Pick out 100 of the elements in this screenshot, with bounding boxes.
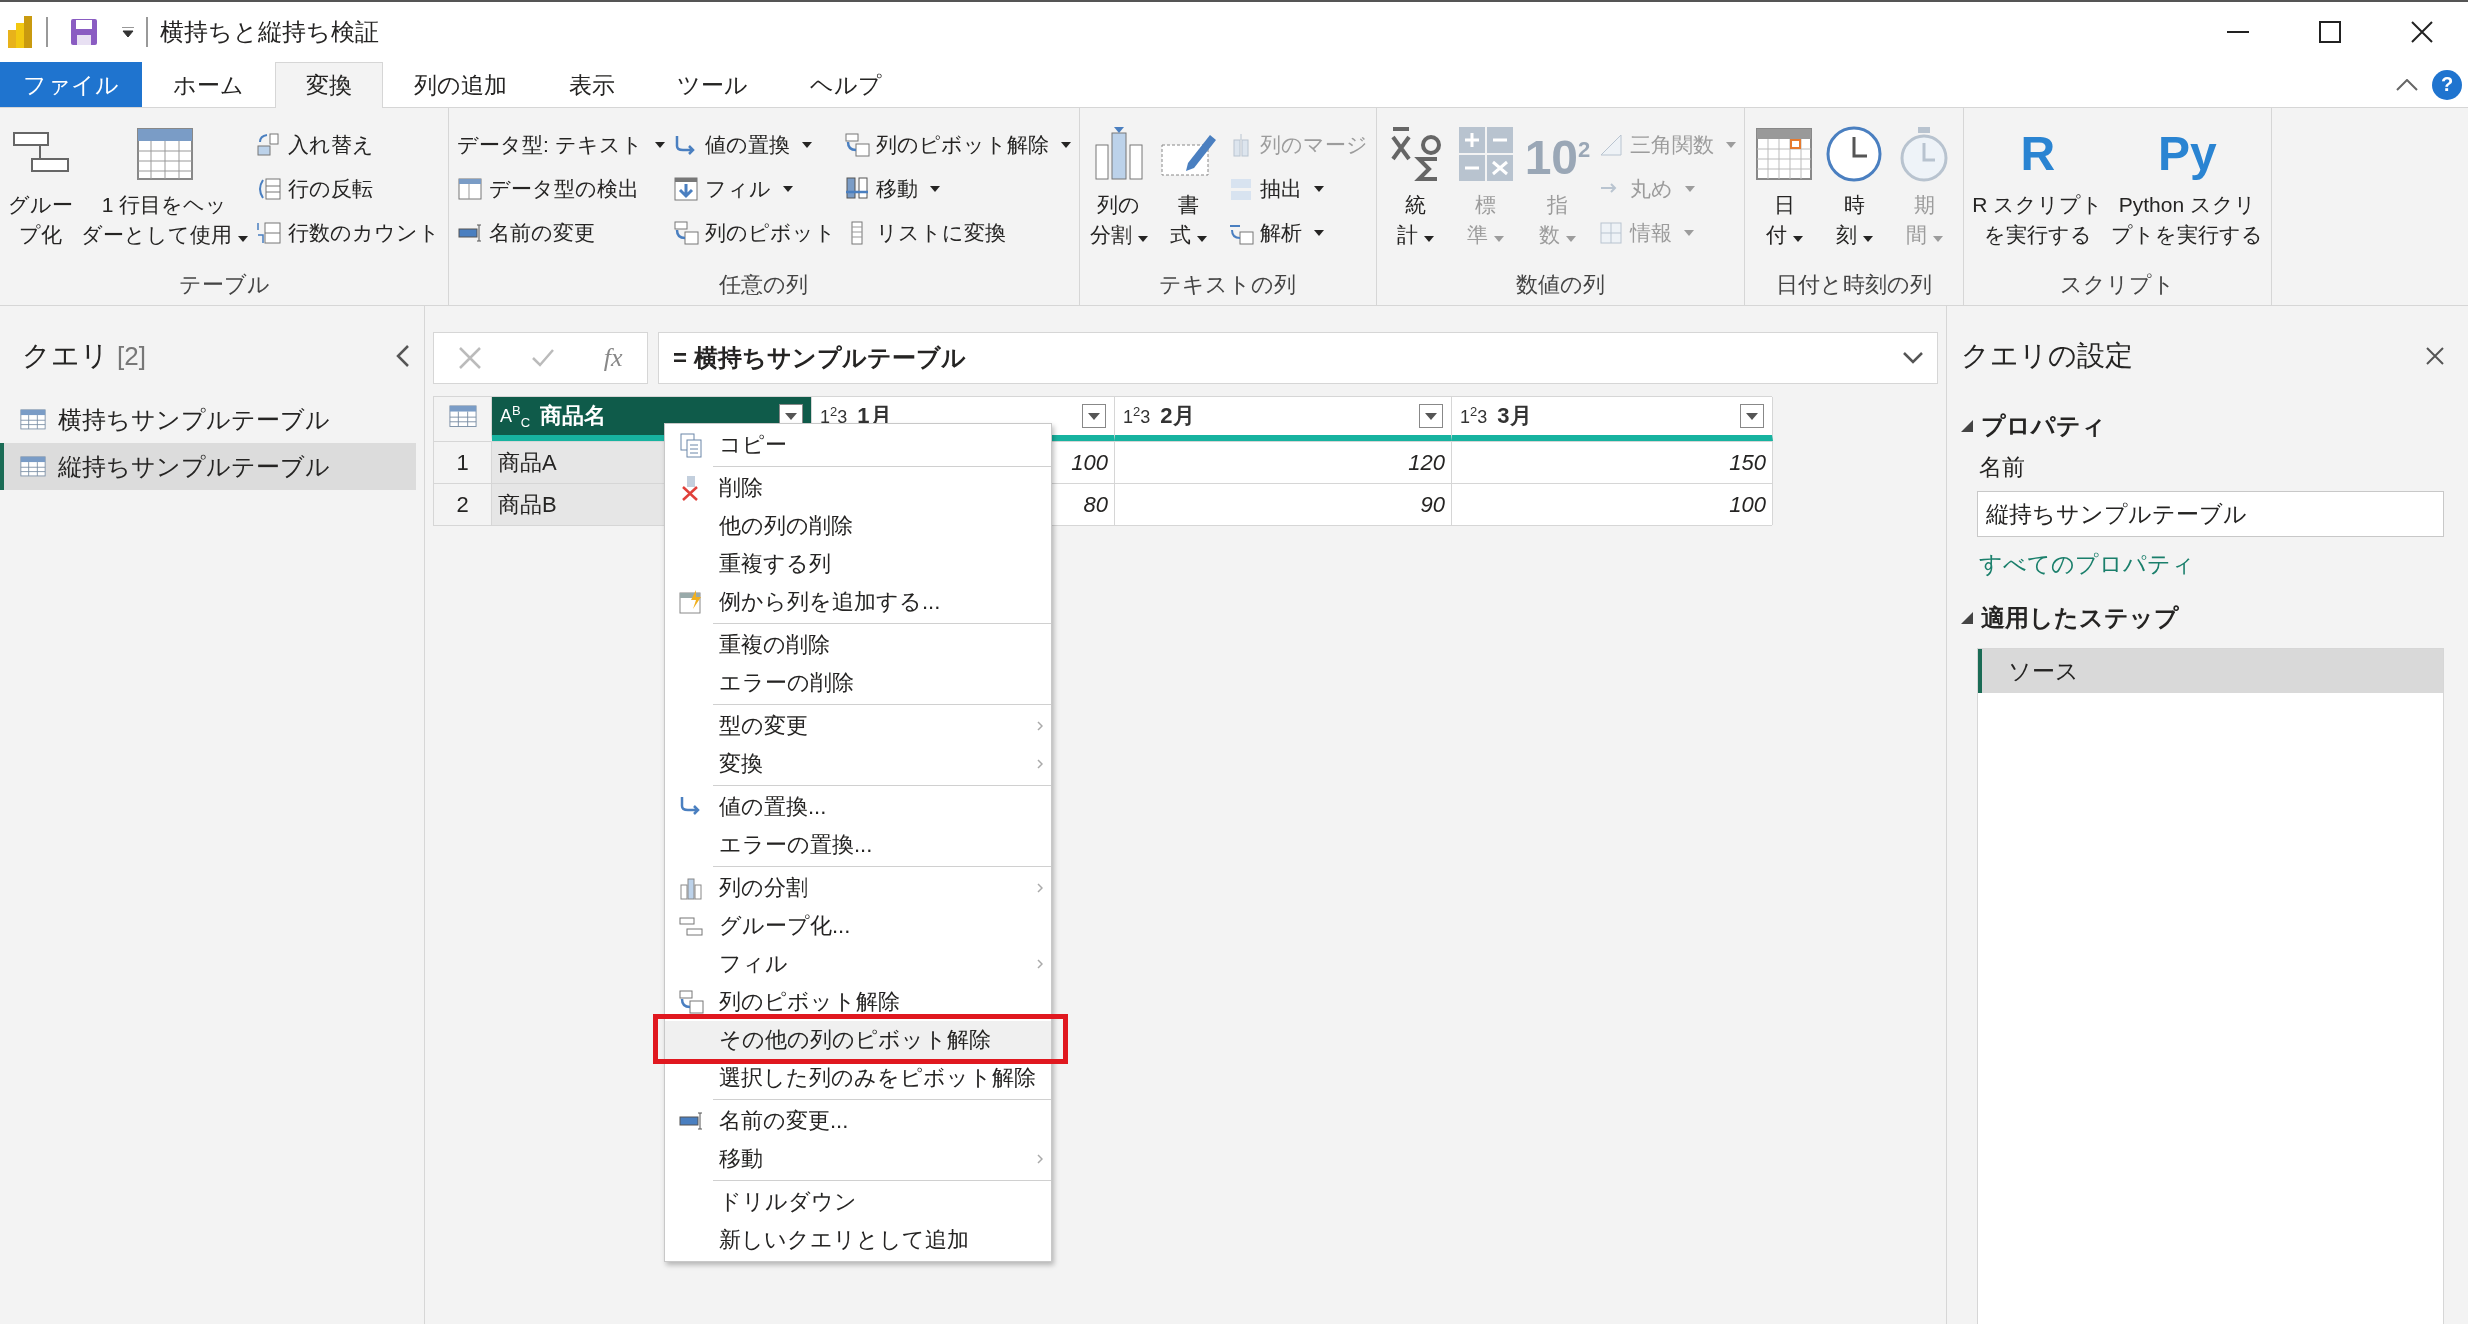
menu-item[interactable]: 型の変更: [665, 707, 1051, 745]
menu-item[interactable]: 列の分割: [665, 869, 1051, 907]
logo-icon: Py: [2157, 122, 2217, 186]
file-tab[interactable]: ファイル: [0, 62, 142, 107]
menu-item[interactable]: 列のピボット解除: [665, 983, 1051, 1021]
ribbon-button[interactable]: 時 刻: [1820, 112, 1889, 269]
window-title: 横持ちと縦持ち検証: [160, 17, 379, 47]
filter-button[interactable]: [1740, 404, 1764, 428]
ribbon-button[interactable]: 日 付: [1750, 112, 1819, 269]
ribbon-button[interactable]: フィル: [669, 170, 839, 208]
menu-item[interactable]: フィル: [665, 945, 1051, 983]
ribbon-button[interactable]: 抽出: [1224, 170, 1371, 208]
expand-chevron-icon[interactable]: [1903, 352, 1923, 364]
caret-icon: [238, 236, 248, 242]
filter-button[interactable]: [1082, 404, 1106, 428]
ribbon-button[interactable]: 行の反転: [253, 170, 443, 208]
customize-dropdown-icon[interactable]: [122, 27, 134, 37]
ribbon-button[interactable]: R R スクリプト を実行する: [1969, 112, 2107, 269]
column-header[interactable]: 1$^{2}$3 2月: [1115, 397, 1452, 441]
all-properties-link[interactable]: すべてのプロパティ: [1947, 549, 2468, 580]
type-label[interactable]: 1$^{2}$3: [1460, 404, 1488, 428]
menu-item[interactable]: ドリルダウン: [665, 1183, 1051, 1221]
query-count: [2]: [117, 340, 146, 372]
menu-item[interactable]: その他の列のピボット解除: [665, 1021, 1051, 1059]
ribbon-button[interactable]: Py Python スクリ プトを実行する: [2108, 112, 2267, 269]
menu-item[interactable]: 移動: [665, 1140, 1051, 1178]
menu-item[interactable]: 例から列を追加する...: [665, 583, 1051, 621]
caret-icon: [1088, 412, 1100, 420]
ribbon-button[interactable]: データ型の検出: [454, 170, 668, 208]
ribbon-tab[interactable]: 変換: [275, 62, 383, 108]
ribbon-button[interactable]: データ型: テキスト: [454, 126, 668, 164]
table-menu-button[interactable]: [434, 397, 492, 441]
panel-title: クエリ: [22, 339, 109, 373]
caret-icon: [1425, 412, 1437, 420]
group-label: 任意の列: [718, 271, 810, 299]
table-icon: [448, 404, 477, 428]
ribbon-button[interactable]: 列のピボット解除: [840, 126, 1074, 164]
ribbon-button[interactable]: 1 行目をヘッ ダーとして使用: [78, 112, 251, 269]
menu-item[interactable]: 重複する列: [665, 545, 1051, 583]
query-item[interactable]: 縦持ちサンプルテーブル: [0, 443, 416, 490]
copy-icon: [678, 432, 704, 458]
ribbon-button[interactable]: 値の置換: [669, 126, 839, 164]
close-icon[interactable]: [2426, 347, 2444, 365]
formula-field[interactable]: = 横持ちサンプルテーブル: [658, 332, 1938, 384]
function-button[interactable]: fx: [603, 343, 623, 373]
group-label: スクリプト: [2059, 271, 2177, 299]
section-title: 適用したステップ: [1981, 603, 2179, 633]
ribbon-button[interactable]: 解析: [1224, 214, 1371, 252]
menu-item[interactable]: 値の置換...: [665, 788, 1051, 826]
step-item[interactable]: ソース: [1978, 649, 2443, 693]
caret-icon: [1792, 236, 1803, 242]
menu-item[interactable]: 選択した列のみをピボット解除: [665, 1059, 1051, 1097]
menu-item[interactable]: エラーの削除: [665, 664, 1051, 702]
menu-item[interactable]: エラーの置換...: [665, 826, 1051, 864]
caret-icon: [1862, 236, 1873, 242]
table-cell: 100: [1452, 483, 1773, 525]
ribbon-button[interactable]: グルー プ化: [5, 112, 76, 269]
count-rows-icon: [256, 220, 282, 246]
menu-item[interactable]: 新しいクエリとして追加: [665, 1221, 1051, 1259]
caret-icon: [1566, 236, 1576, 242]
ribbon-button[interactable]: 書 式: [1154, 112, 1223, 269]
collapse-triangle-icon[interactable]: [1961, 612, 1973, 624]
column-name: 3月: [1497, 402, 1533, 430]
group-label: 日付と時刻の列: [1775, 271, 1934, 299]
close-icon: [2411, 21, 2433, 43]
ribbon-button[interactable]: 入れ替え: [253, 126, 443, 164]
menu-item[interactable]: グループ化...: [665, 907, 1051, 945]
collapse-ribbon-icon[interactable]: [2396, 78, 2418, 91]
table-icon: [20, 456, 46, 477]
help-button[interactable]: ?: [2432, 69, 2462, 100]
row-number: 2: [434, 483, 492, 525]
minimize-icon: [2227, 31, 2249, 33]
menu-item[interactable]: 重複の削除: [665, 626, 1051, 664]
table-cell: 150: [1452, 441, 1773, 483]
check-icon[interactable]: [531, 348, 556, 368]
group-label: テキストの列: [1158, 271, 1298, 299]
caret-icon: [654, 142, 665, 148]
collapse-triangle-icon[interactable]: [1961, 420, 1973, 432]
ribbon-button[interactable]: 列の 分割: [1084, 112, 1153, 269]
table-cell: 90: [1115, 483, 1452, 525]
group-label: テーブル: [177, 271, 271, 299]
menu-item[interactable]: 名前の変更...: [665, 1102, 1051, 1140]
ribbon-button[interactable]: 名前の変更: [454, 214, 668, 252]
ribbon-button[interactable]: 移動: [840, 170, 1074, 208]
pivot-icon: [672, 220, 699, 246]
type-label[interactable]: 1$^{2}$3: [1123, 404, 1151, 428]
ribbon-button[interactable]: 行数のカウント: [253, 214, 443, 252]
maximize-icon: [2319, 21, 2341, 43]
swap-icon: [256, 132, 282, 158]
column-header[interactable]: 1$^{2}$3 3月: [1452, 397, 1773, 441]
menu-item[interactable]: 変換: [665, 745, 1051, 783]
ribbon-button[interactable]: 統 計: [1381, 112, 1450, 269]
ribbon-button[interactable]: リストに変換: [840, 214, 1074, 252]
query-item[interactable]: 横持ちサンプルテーブル: [0, 396, 416, 443]
save-icon[interactable]: [70, 18, 98, 46]
name-field[interactable]: 縦持ちサンプルテーブル: [1977, 491, 2444, 537]
collapse-panel-icon[interactable]: [396, 345, 410, 367]
ribbon-button[interactable]: 列のピボット: [669, 214, 839, 252]
caret-icon: [1494, 236, 1505, 242]
filter-button[interactable]: [1419, 404, 1443, 428]
